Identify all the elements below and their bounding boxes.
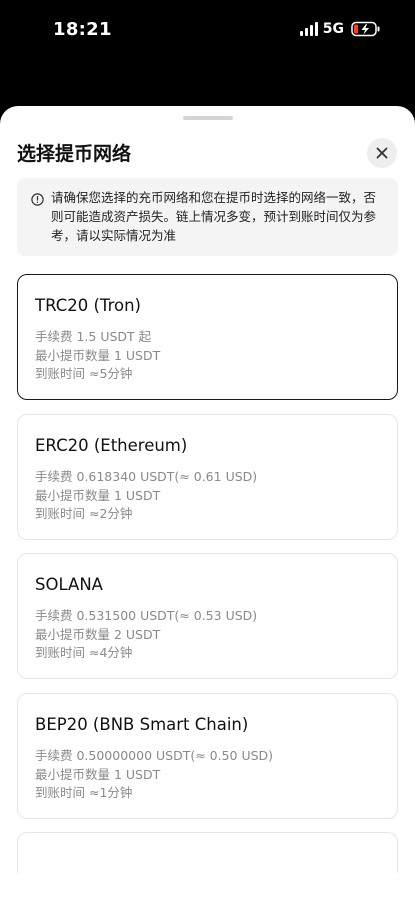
network-fee: 手续费 1.5 USDT 起 [35, 329, 152, 344]
network-option-erc20[interactable]: ERC20 (Ethereum) 手续费 0.618340 USDT(≈ 0.6… [17, 414, 398, 540]
sheet-grabber[interactable] [183, 116, 233, 120]
network-option-partial[interactable] [17, 832, 398, 873]
network-name: BEP20 (BNB Smart Chain) [35, 715, 249, 734]
battery-charging-icon [351, 21, 380, 37]
status-time: 18:21 [53, 19, 112, 40]
network-min-withdrawal: 最小提币数量 1 USDT [35, 767, 161, 782]
network-type-label: 5G [322, 21, 344, 37]
info-icon [31, 193, 44, 206]
status-indicators: 5G [299, 21, 381, 37]
sheet-title: 选择提币网络 [17, 143, 132, 165]
network-min-withdrawal: 最小提币数量 1 USDT [35, 348, 161, 363]
network-name: ERC20 (Ethereum) [35, 436, 188, 455]
notice-text: 请确保您选择的充币网络和您在提币时选择的网络一致，否则可能造成资产损失。链上情况… [51, 190, 377, 243]
close-button[interactable] [367, 138, 397, 168]
network-arrival-time: 到账时间 ≈5分钟 [35, 366, 133, 381]
network-min-withdrawal: 最小提币数量 1 USDT [35, 488, 161, 503]
notice-box: 请确保您选择的充币网络和您在提币时选择的网络一致，否则可能造成资产损失。链上情况… [17, 178, 398, 256]
network-name: SOLANA [35, 575, 103, 594]
network-option-solana[interactable]: SOLANA 手续费 0.531500 USDT(≈ 0.53 USD) 最小提… [17, 553, 398, 679]
network-fee: 手续费 0.50000000 USDT(≈ 0.50 USD) [35, 748, 274, 763]
network-min-withdrawal: 最小提币数量 2 USDT [35, 627, 161, 642]
network-fee: 手续费 0.531500 USDT(≈ 0.53 USD) [35, 608, 258, 623]
network-arrival-time: 到账时间 ≈1分钟 [35, 785, 133, 800]
close-icon [376, 147, 388, 159]
status-bar: 18:21 5G [0, 0, 415, 64]
network-option-bep20[interactable]: BEP20 (BNB Smart Chain) 手续费 0.50000000 U… [17, 693, 398, 819]
network-arrival-time: 到账时间 ≈4分钟 [35, 645, 133, 660]
network-fee: 手续费 0.618340 USDT(≈ 0.61 USD) [35, 469, 258, 484]
network-name: TRC20 (Tron) [35, 296, 141, 315]
network-select-sheet: 选择提币网络 请确保您选择的充币网络和您在提币时选择的网络一致，否则可能造成资产… [0, 106, 415, 900]
signal-icon [299, 22, 318, 36]
network-option-trc20[interactable]: TRC20 (Tron) 手续费 1.5 USDT 起 最小提币数量 1 USD… [17, 274, 398, 400]
network-arrival-time: 到账时间 ≈2分钟 [35, 506, 133, 521]
